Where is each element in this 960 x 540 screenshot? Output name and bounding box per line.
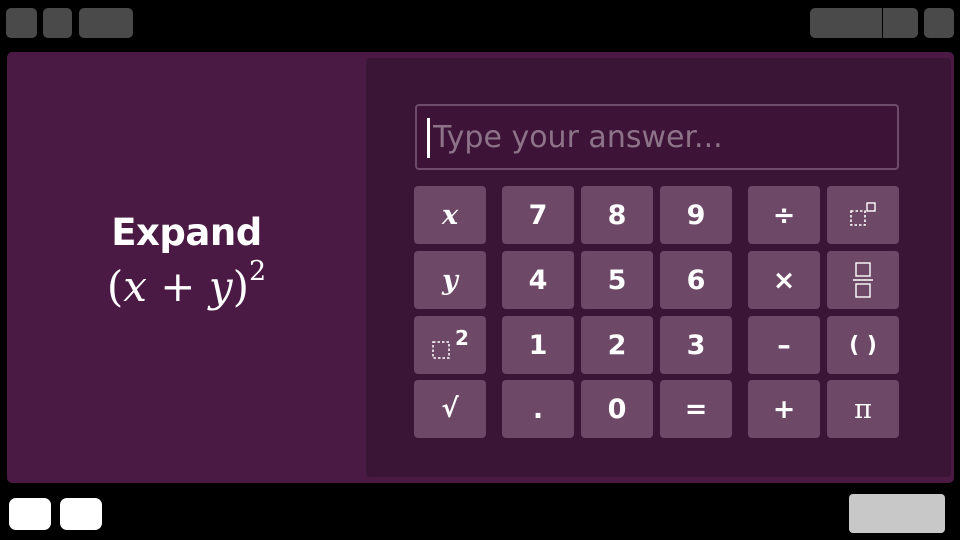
top-left-button-1[interactable] xyxy=(6,8,37,38)
square-placeholder-icon xyxy=(432,341,450,359)
bottom-left-button-2[interactable] xyxy=(60,498,102,530)
key-divide[interactable]: ÷ xyxy=(748,186,820,244)
prompt-expression: (x + y)2 xyxy=(107,254,266,311)
bottom-left-button-1[interactable] xyxy=(9,498,51,530)
key-power[interactable] xyxy=(827,186,899,244)
text-caret xyxy=(427,118,430,158)
prompt-area: Expand (x + y)2 xyxy=(7,52,366,483)
top-left-button-3[interactable] xyxy=(79,8,133,38)
key-var-y-label: y xyxy=(442,264,458,296)
bottom-right-button[interactable] xyxy=(849,494,945,533)
key-var-x-label: x xyxy=(441,199,459,231)
key-3[interactable]: 3 xyxy=(660,316,732,374)
top-right-button-3[interactable] xyxy=(924,8,954,38)
key-square[interactable]: 2 xyxy=(414,316,486,374)
question-panel: Expand (x + y)2 x 7 8 9 ÷ y 4 5 6 × xyxy=(7,52,954,483)
key-times[interactable]: × xyxy=(748,251,820,309)
key-9[interactable]: 9 xyxy=(660,186,732,244)
expr-open-paren: ( xyxy=(106,262,124,311)
key-sqrt[interactable]: √ xyxy=(414,380,486,438)
key-plus[interactable]: + xyxy=(748,380,820,438)
top-right-button-2[interactable] xyxy=(883,8,918,38)
key-var-x[interactable]: x xyxy=(414,186,486,244)
keypad-area: x 7 8 9 ÷ y 4 5 6 × xyxy=(366,58,951,477)
fraction-icon xyxy=(853,262,873,298)
key-7[interactable]: 7 xyxy=(502,186,574,244)
key-var-y[interactable]: y xyxy=(414,251,486,309)
answer-input[interactable] xyxy=(433,106,893,168)
answer-field[interactable] xyxy=(415,104,899,170)
key-4[interactable]: 4 xyxy=(502,251,574,309)
key-0[interactable]: 0 xyxy=(581,380,653,438)
top-left-button-2[interactable] xyxy=(43,8,72,38)
key-1[interactable]: 1 xyxy=(502,316,574,374)
expr-operator: + xyxy=(146,262,209,311)
key-8[interactable]: 8 xyxy=(581,186,653,244)
expr-var-x: x xyxy=(123,262,147,311)
key-decimal[interactable]: . xyxy=(502,380,574,438)
key-pi[interactable]: π xyxy=(827,380,899,438)
power-icon xyxy=(850,202,876,226)
square-exponent-label: 2 xyxy=(455,326,469,350)
key-fraction[interactable] xyxy=(827,251,899,309)
key-2[interactable]: 2 xyxy=(581,316,653,374)
expr-close-paren: ) xyxy=(232,262,249,311)
key-minus[interactable]: – xyxy=(748,316,820,374)
key-parentheses[interactable]: ( ) xyxy=(827,316,899,374)
key-6[interactable]: 6 xyxy=(660,251,732,309)
expr-var-y: y xyxy=(208,262,233,311)
expr-exponent: 2 xyxy=(248,256,267,287)
prompt-title: Expand xyxy=(111,211,262,254)
key-5[interactable]: 5 xyxy=(581,251,653,309)
key-equals[interactable]: = xyxy=(660,380,732,438)
top-right-button-1[interactable] xyxy=(810,8,882,38)
